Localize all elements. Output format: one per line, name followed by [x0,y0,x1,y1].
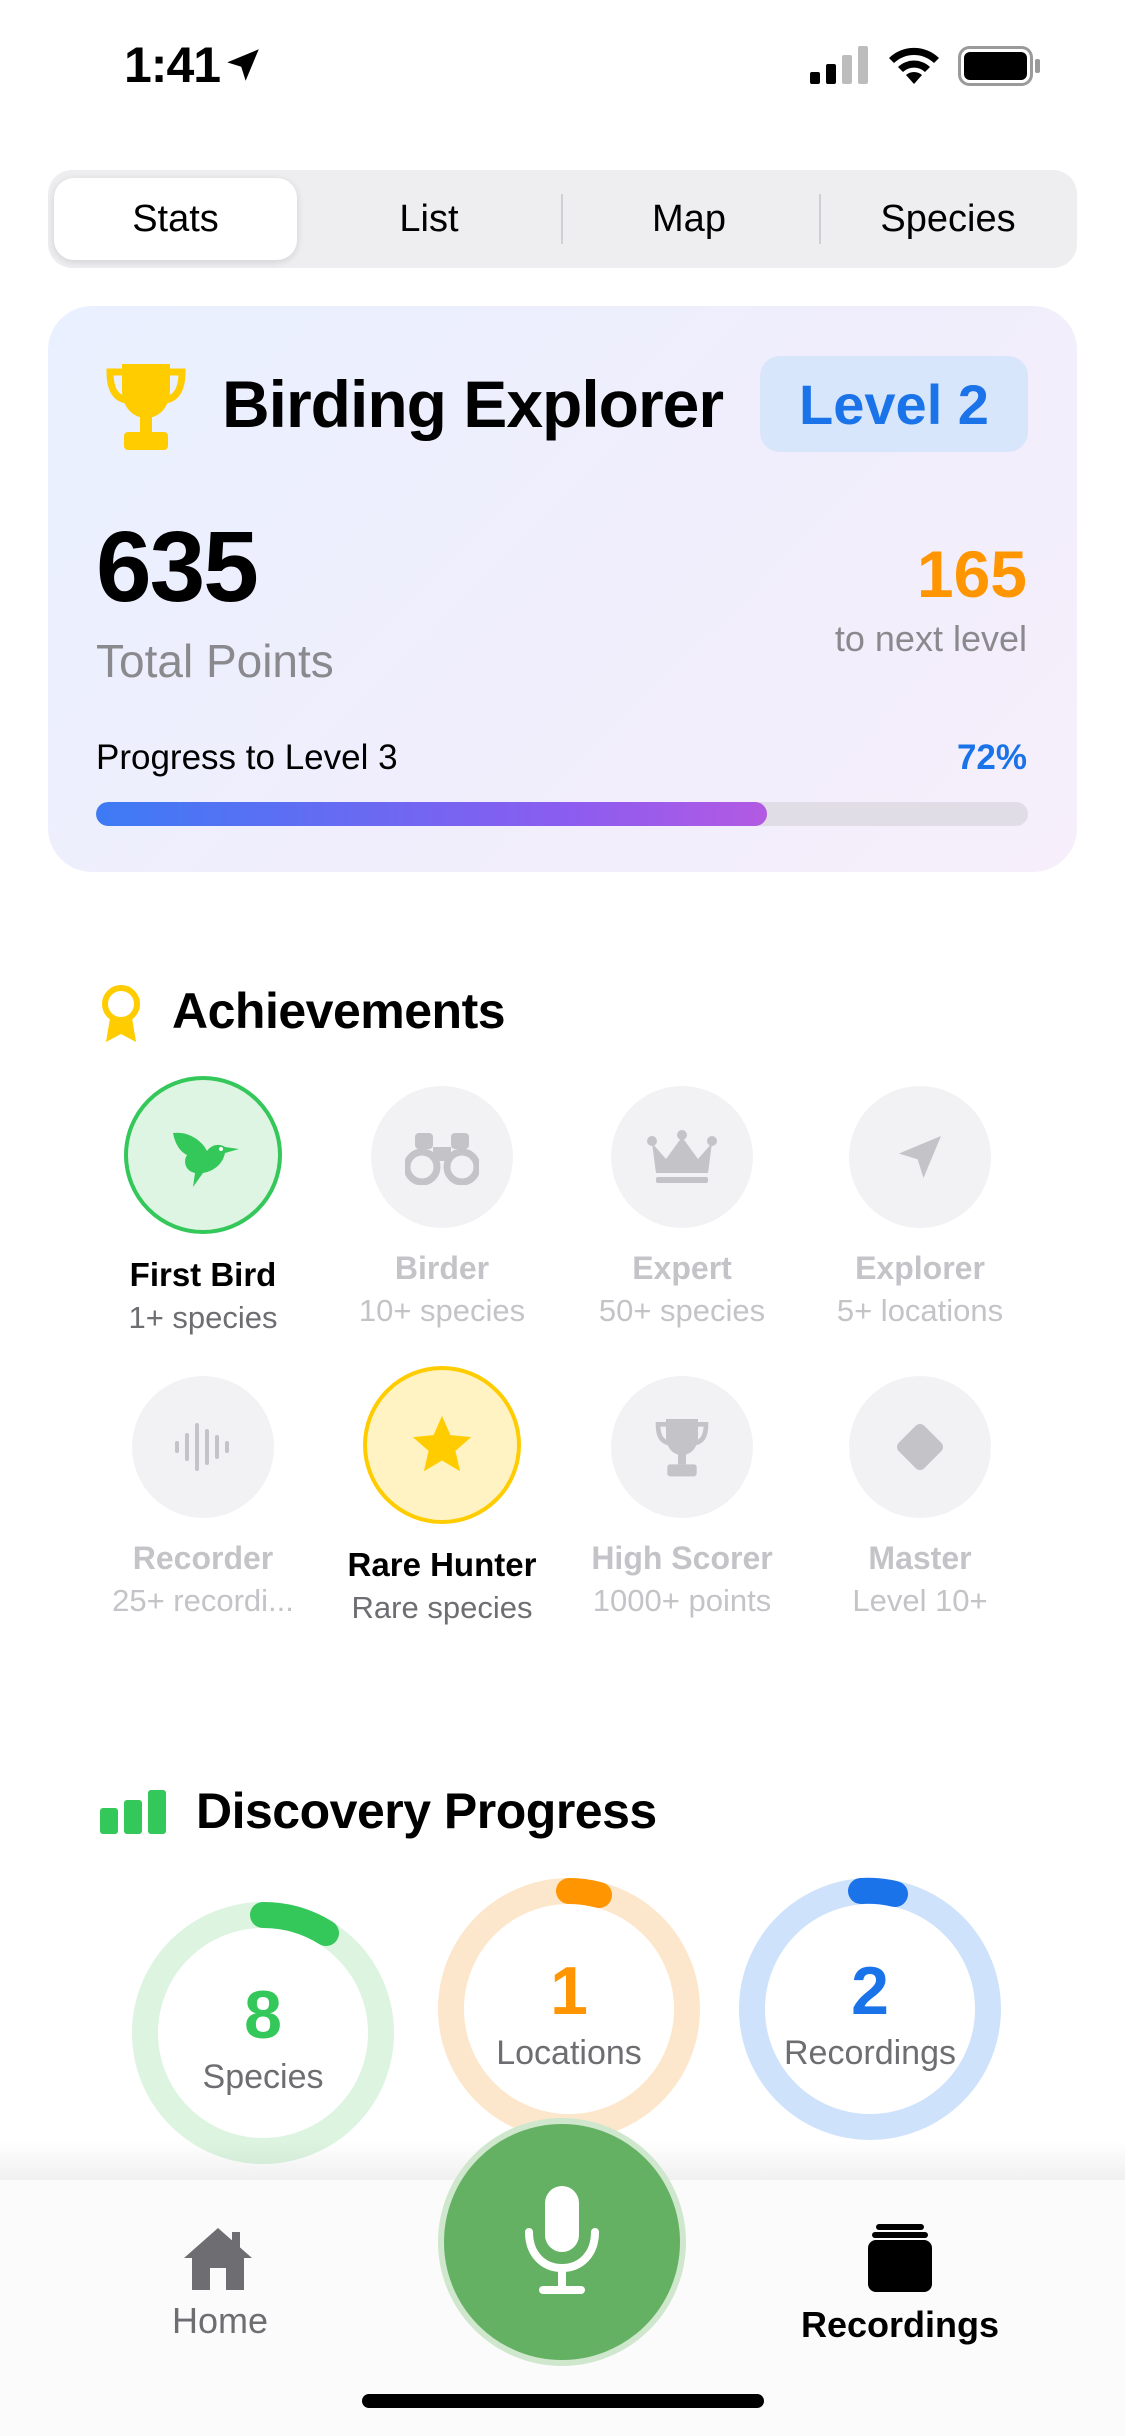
waveform-badge [132,1376,274,1518]
species-count: 8 [244,1977,282,2053]
achievement-requirement: 50+ species [598,1293,766,1328]
tab-list[interactable]: List [304,178,554,260]
tab-home[interactable]: Home [140,2210,300,2360]
achievement-requirement: 1+ species [128,1300,278,1335]
achievement-name: High Scorer [591,1540,773,1576]
wifi-icon [889,47,939,84]
explorer-badge [849,1086,991,1228]
achievement-birder[interactable]: Birder 10+ species [322,1086,562,1329]
tab-species[interactable]: Species [823,178,1073,260]
achievement-name: First Bird [129,1256,277,1293]
achievements-title: Achievements [172,983,506,1039]
achievement-requirement: Level 10+ [852,1583,988,1618]
home-indicator [362,2394,764,2408]
house-icon [184,2228,252,2290]
stack-icon [868,2224,932,2292]
record-button[interactable] [438,2118,686,2366]
level-badge: Level 2 [760,356,1028,452]
achievement-name: Master [868,1540,972,1576]
total-points-value: 635 [96,511,259,623]
tab-map[interactable]: Map [564,178,814,260]
chart-bars-icon [100,1790,166,1834]
achievement-requirement: 10+ species [358,1293,526,1328]
segment-divider [819,194,821,244]
waveform-icon [175,1423,229,1471]
achievement-name: Birder [394,1250,490,1286]
diamond-icon [897,1424,943,1470]
achievement-name: Rare Hunter [347,1546,537,1583]
segment-divider [561,194,563,244]
progress-percent: 72% [956,738,1027,777]
achievement-requirement: 25+ recordi... [112,1583,294,1618]
achievement-name: Recorder [132,1540,274,1576]
achievement-requirement: 1000+ points [592,1583,772,1618]
trophy-icon [655,1419,709,1477]
tab-recordings[interactable]: Recordings [790,2210,1010,2360]
achievement-explorer[interactable]: Explorer 5+ locations [800,1086,1040,1329]
trophy-icon [106,364,186,450]
crown-icon [647,1130,717,1183]
locations-label: Locations [496,2034,642,2072]
hummingbird-badge [124,1076,282,1234]
tab-recordings-label: Recordings [800,2304,1000,2345]
level-progress-bar [96,802,1028,826]
status-time: 1:41 [124,37,221,93]
achievement-recorder[interactable]: Recorder 25+ recordi... [83,1376,323,1619]
points-to-next-label: to next level [834,618,1027,659]
ribbon-award-icon [102,985,140,1042]
battery-icon [958,46,1040,86]
view-segmented-control: Stats List Map Species [48,170,1077,268]
species-label: Species [202,2058,324,2096]
star-badge [363,1366,521,1524]
achievement-rare-hunter[interactable]: Rare Hunter Rare species [322,1366,562,1626]
progress-label: Progress to Level 3 [96,738,398,777]
achievement-expert[interactable]: Expert 50+ species [562,1086,802,1329]
points-to-next-value: 165 [916,537,1027,611]
cellular-signal-icon [810,46,868,84]
binoculars-icon [405,1133,479,1185]
achievement-master[interactable]: Master Level 10+ [800,1376,1040,1619]
location-arrow-icon [227,49,259,81]
hummingbird-icon [173,1132,239,1187]
discovery-title: Discovery Progress [196,1783,657,1839]
recordings-label: Recordings [784,2034,956,2072]
recordings-count: 2 [851,1953,889,2029]
achievement-requirement: 5+ locations [836,1293,1004,1328]
binoculars-badge [371,1086,513,1228]
achievement-high-scorer[interactable]: High Scorer 1000+ points [562,1376,802,1619]
achievement-requirement: Rare species [351,1590,533,1625]
microphone-icon [525,2186,599,2294]
achievement-name: Explorer [855,1250,985,1286]
achievement-first-bird[interactable]: First Bird 1+ species [83,1076,323,1336]
card-title: Birding Explorer [222,367,724,441]
trophy-badge [611,1376,753,1518]
total-points-label: Total Points [96,635,334,687]
level-progress-fill [96,802,768,826]
tab-home-label: Home [171,2300,269,2341]
star-icon [412,1415,472,1472]
crown-badge [611,1086,753,1228]
location-arrow-icon [899,1136,941,1178]
locations-count: 1 [550,1953,588,2029]
diamond-badge [849,1376,991,1518]
achievement-name: Expert [632,1250,732,1286]
tab-stats[interactable]: Stats [54,178,297,260]
